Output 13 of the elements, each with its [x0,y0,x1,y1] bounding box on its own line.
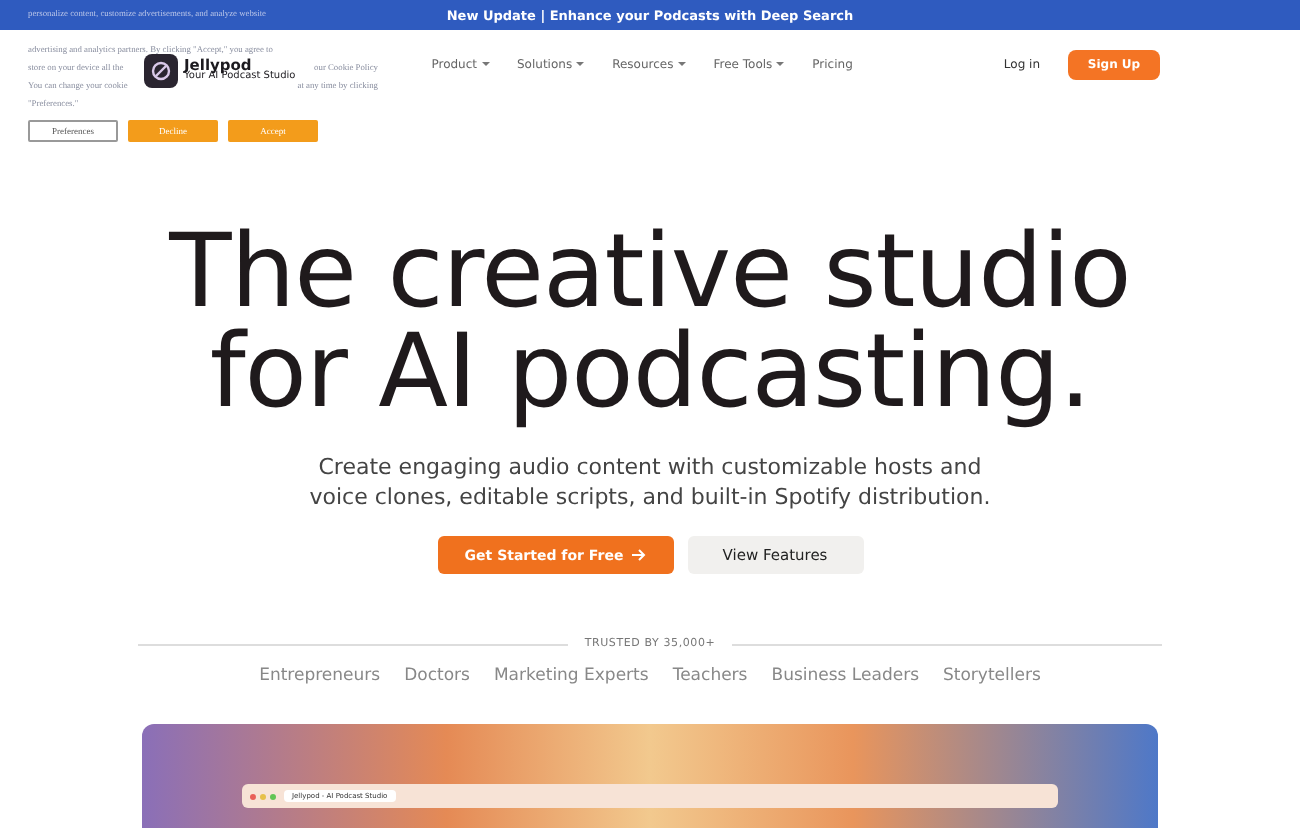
audience-label: Teachers [672,666,748,686]
audience-label: Entrepreneurs [259,666,381,686]
arrow-icon [631,548,646,562]
audience-label: Storytellers [943,666,1041,686]
audience-label: Business Leaders [771,666,919,686]
hero-subtitle: Create engaging audio content with customizable hosts and [318,452,982,482]
logo-icon[interactable] [144,53,178,87]
audience-label: Marketing Experts [493,666,649,686]
hero-subtitle: voice clones, editable scripts, and built-in Spotify distribution. [309,482,991,512]
window-controls-icon [250,793,276,799]
hero-title: The creative studio [169,224,1131,324]
hero-title: for AI podcasting. [209,324,1091,424]
audience-label: Doctors [404,666,470,686]
